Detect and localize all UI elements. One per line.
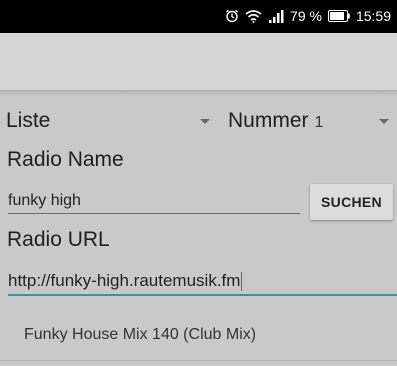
battery-icon [327,10,350,22]
app-bar [0,33,397,90]
signal-icon [268,9,284,23]
radio-name-label: Radio Name [7,148,124,171]
result-title: Funky House Mix 140 (Club Mix) [24,326,257,343]
radio-name-value: funky high [8,192,81,209]
nummer-value: 1 [314,113,324,131]
radio-name-input[interactable]: funky high [8,186,300,214]
radio-url-input[interactable]: http://funky-high.rautemusik.fm [8,268,397,296]
nummer-spinner[interactable]: Nummer 1 [228,104,397,138]
radio-url-value: http://funky-high.rautemusik.fm [8,271,241,290]
dropdown-arrow-icon [379,119,389,124]
battery-percent: 79 % [290,8,322,24]
clock: 15:59 [355,8,391,24]
liste-label: Liste [6,109,51,132]
nummer-label: Nummer [228,109,309,132]
main-content: Liste Nummer 1 Radio Name funky high SUC… [0,96,397,366]
wifi-icon [245,9,262,23]
text-cursor [241,272,243,291]
status-bar: 79 % 15:59 [0,0,397,33]
dropdown-arrow-icon [200,119,210,124]
status-bar-right: 79 % 15:59 [225,8,391,24]
spinner-row: Liste Nummer 1 [0,104,397,138]
alarm-icon [225,9,239,23]
search-button[interactable]: SUCHEN [310,184,393,220]
list-item[interactable]: Funky House Mix 140 (Club Mix) [0,314,397,361]
liste-spinner[interactable]: Liste [6,104,216,138]
radio-url-label: Radio URL [7,228,110,251]
